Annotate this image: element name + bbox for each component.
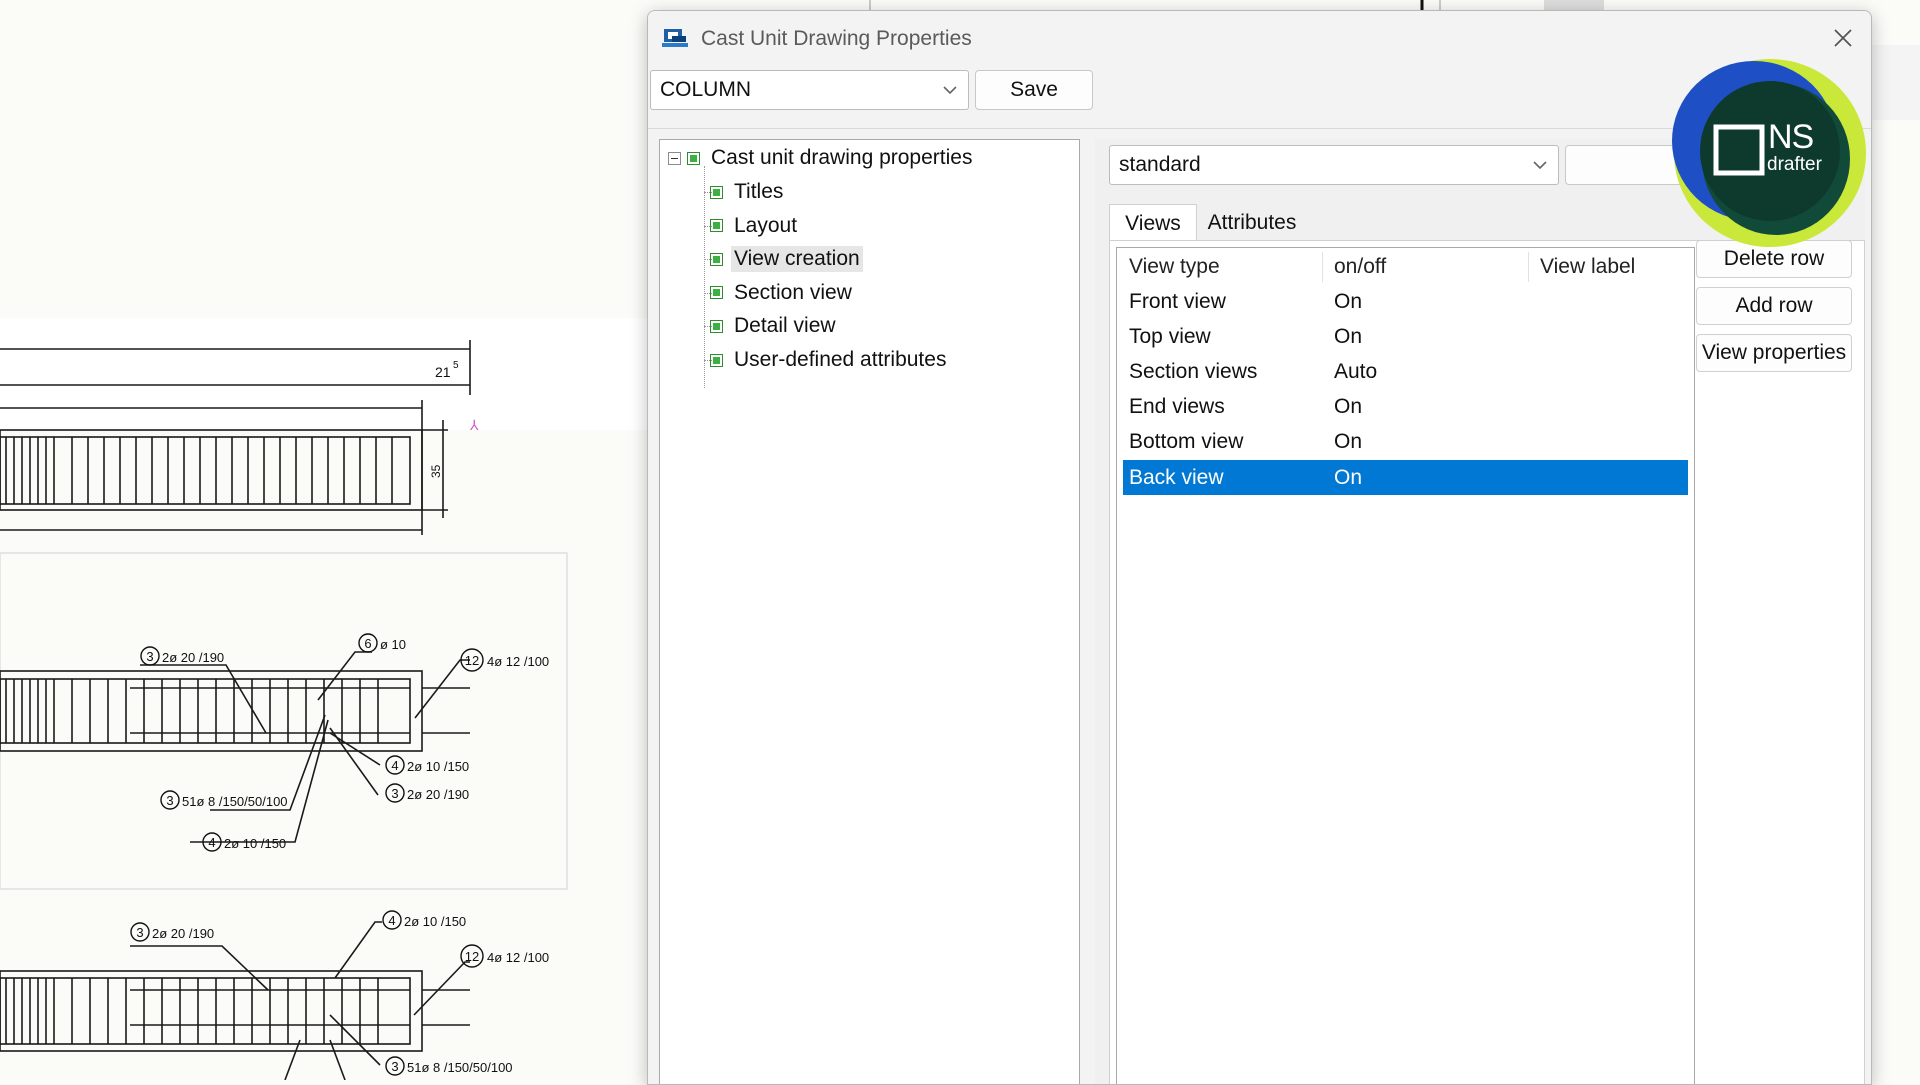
- view-settings-value: standard: [1119, 153, 1201, 176]
- table-row[interactable]: Section views Auto: [1123, 354, 1688, 389]
- rebar-mark-text: 51ø 8 /150/50/100: [407, 1060, 513, 1075]
- rebar-mark-number: 3: [136, 925, 143, 940]
- settings-file-combo[interactable]: COLUMN: [650, 70, 969, 110]
- rebar-mark-number: 12: [465, 949, 479, 964]
- cell-on-off[interactable]: On: [1334, 460, 1362, 495]
- tree-item-label: Layout: [734, 213, 798, 237]
- cell-view-type[interactable]: Back view: [1129, 460, 1224, 495]
- views-tab-content: View type on/off View label Front view On…: [1109, 240, 1865, 1084]
- tree-item-label: Detail view: [734, 314, 836, 338]
- dimension-side: 35: [429, 464, 443, 478]
- rebar-mark-text: 2ø 10 /150: [404, 914, 466, 929]
- tree-root-label: Cast unit drawing properties: [711, 146, 973, 169]
- rebar-mark-text: 4ø 12 /100: [487, 950, 549, 965]
- cell-on-off[interactable]: On: [1334, 284, 1362, 319]
- checkbox-icon: [710, 319, 723, 333]
- tree-item-layout[interactable]: Layout: [710, 211, 800, 241]
- tree-root[interactable]: Cast unit drawing properties: [687, 143, 975, 173]
- checkbox-icon: [687, 151, 700, 165]
- save-button[interactable]: Save: [975, 70, 1093, 110]
- rebar-mark-number: 3: [391, 786, 398, 801]
- rebar-mark-number: 6: [364, 636, 371, 651]
- cell-view-type[interactable]: Front view: [1129, 284, 1226, 319]
- rebar-mark-number: 3: [146, 649, 153, 664]
- tree-item-detail-view[interactable]: Detail view: [710, 311, 839, 341]
- rebar-mark-number: 4: [388, 913, 395, 928]
- property-tree: Cast unit drawing properties Titles Layou…: [659, 139, 1080, 1084]
- rebar-mark-number: 12: [465, 653, 479, 668]
- tree-item-section-view[interactable]: Section view: [710, 278, 855, 308]
- header-view-type[interactable]: View type: [1117, 248, 1322, 286]
- chevron-down-icon: [943, 86, 957, 95]
- tree-item-titles[interactable]: Titles: [710, 177, 786, 207]
- view-creation-panel: standard Views Attributes View type on/o…: [1095, 139, 1865, 1084]
- dimension-label: 21: [435, 364, 451, 380]
- table-row[interactable]: Back view On: [1123, 460, 1688, 495]
- rebar-mark-text: 4ø 12 /100: [487, 654, 549, 669]
- cell-on-off[interactable]: Auto: [1334, 354, 1377, 389]
- tree-line: [704, 166, 705, 388]
- rebar-mark-text: 51ø 8 /150/50/100: [182, 794, 288, 809]
- cell-on-off[interactable]: On: [1334, 319, 1362, 354]
- table-row[interactable]: End views On: [1123, 390, 1688, 425]
- rebar-mark-number: 4: [391, 758, 398, 773]
- settings-file-value: COLUMN: [660, 78, 752, 101]
- tree-item-user-defined-attributes[interactable]: User-defined attributes: [710, 345, 949, 375]
- tab-views[interactable]: Views: [1109, 204, 1197, 242]
- tree-item-label: User-defined attributes: [734, 348, 947, 371]
- tab-attributes[interactable]: Attributes: [1197, 204, 1307, 242]
- table-row[interactable]: Bottom view On: [1123, 425, 1688, 460]
- cell-on-off[interactable]: On: [1334, 390, 1362, 425]
- logo-text: NS: [1768, 118, 1814, 156]
- rebar-mark-text: ø 10: [380, 637, 406, 652]
- rebar-mark-number: 4: [208, 835, 215, 850]
- chevron-down-icon: [1533, 161, 1547, 170]
- checkbox-icon: [710, 353, 723, 367]
- cell-view-type[interactable]: Top view: [1129, 319, 1211, 354]
- tree-item-label: View creation: [731, 246, 863, 273]
- rebar-mark-text: 2ø 10 /150: [224, 836, 286, 851]
- add-row-button[interactable]: Add row: [1696, 287, 1852, 325]
- checkbox-icon: [710, 185, 723, 199]
- table-row[interactable]: Top view On: [1123, 319, 1688, 354]
- grid-header: View type on/off View label: [1117, 248, 1694, 286]
- dialog-title: Cast Unit Drawing Properties: [701, 27, 972, 50]
- rebar-mark-number: 3: [391, 1059, 398, 1074]
- header-on-off[interactable]: on/off: [1322, 248, 1528, 286]
- table-row[interactable]: Front view On: [1123, 284, 1688, 319]
- rebar-mark-number: 3: [166, 793, 173, 808]
- cell-on-off[interactable]: On: [1334, 425, 1362, 460]
- cell-view-type[interactable]: Bottom view: [1129, 425, 1243, 460]
- logo-subtext: drafter: [1767, 154, 1822, 175]
- dimension-sup: 5: [453, 360, 459, 371]
- checkbox-icon: [710, 219, 723, 233]
- rebar-mark-text: 2ø 20 /190: [162, 650, 224, 665]
- tree-item-label: Section view: [734, 280, 852, 304]
- rebar-mark-text: 2ø 10 /150: [407, 759, 469, 774]
- tree-item-label: Titles: [734, 180, 784, 203]
- view-properties-button[interactable]: View properties: [1696, 334, 1852, 372]
- view-settings-combo[interactable]: standard: [1109, 145, 1559, 185]
- collapse-toggle[interactable]: [668, 152, 681, 165]
- views-grid: View type on/off View label Front view On…: [1116, 247, 1695, 1084]
- header-view-label[interactable]: View label: [1528, 248, 1694, 286]
- cell-view-type[interactable]: Section views: [1129, 354, 1257, 389]
- checkbox-icon: [710, 286, 723, 300]
- rebar-mark-text: 2ø 20 /190: [407, 787, 469, 802]
- rebar-mark-text: 2ø 20 /190: [152, 926, 214, 941]
- checkbox-icon: [710, 252, 723, 266]
- tekla-app-icon: [662, 29, 688, 47]
- close-icon: [1834, 29, 1852, 47]
- cell-view-type[interactable]: End views: [1129, 390, 1225, 425]
- svg-text:⅄: ⅄: [469, 417, 479, 433]
- tree-item-view-creation[interactable]: View creation: [710, 244, 863, 274]
